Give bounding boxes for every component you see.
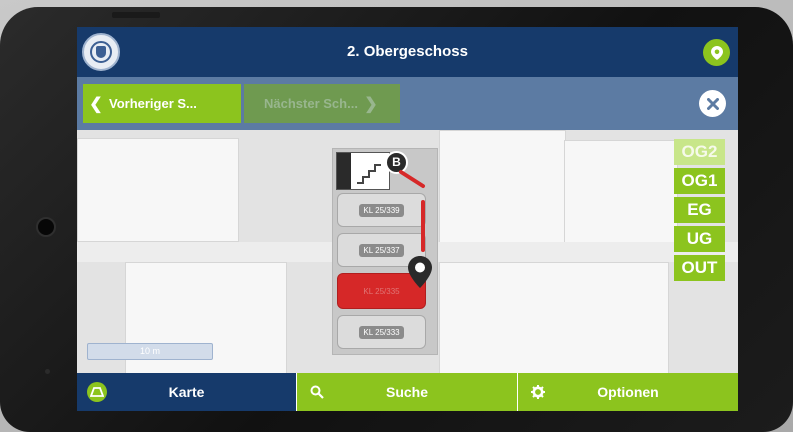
camera	[36, 217, 56, 237]
chevron-left-icon: ❮	[89, 95, 103, 113]
route-overlay	[399, 170, 425, 296]
location-button[interactable]	[703, 39, 730, 66]
close-icon	[706, 97, 719, 110]
top-bar: 2. Obergeschoss	[77, 27, 738, 77]
location-pin-icon	[710, 45, 723, 60]
close-button[interactable]	[699, 90, 726, 117]
tab-optionen[interactable]: Optionen	[517, 373, 738, 411]
tab-label: Suche	[385, 384, 428, 400]
tab-label: Karte	[168, 384, 205, 400]
tab-suche[interactable]: Suche	[296, 373, 517, 411]
app-screen: 2. Obergeschoss ❮ Vorheriger S... Nächst…	[77, 27, 738, 411]
floor-selector: OG2 OG1 EG UG OUT	[674, 139, 725, 281]
search-icon	[307, 382, 327, 402]
floor-map[interactable]: B KL 25/339 KL 25/337 KL 25/335 KL 25/33…	[77, 130, 738, 373]
route-segment	[399, 170, 425, 188]
gear-icon	[528, 382, 548, 402]
floor-button-eg[interactable]: EG	[674, 197, 725, 223]
previous-step-label: Vorheriger S...	[109, 96, 197, 111]
floor-button-ug[interactable]: UG	[674, 226, 725, 252]
chevron-right-icon: ❯	[364, 95, 378, 113]
next-step-button[interactable]: Nächster Sch... ❯	[244, 84, 400, 123]
nav-bar: ❮ Vorheriger S... Nächster Sch... ❯	[77, 77, 738, 130]
floor-button-out[interactable]: OUT	[674, 255, 725, 281]
floor-button-og2[interactable]: OG2	[674, 139, 725, 165]
next-step-label: Nächster Sch...	[264, 96, 358, 111]
map-pin-icon	[408, 256, 432, 288]
page-title: 2. Obergeschoss	[347, 43, 468, 60]
previous-step-button[interactable]: ❮ Vorheriger S...	[83, 84, 241, 123]
power-button	[112, 12, 160, 18]
sensor	[45, 369, 50, 374]
scale-bar: 10 m	[87, 343, 213, 360]
tab-karte[interactable]: Karte	[77, 373, 296, 411]
tab-bar: Karte Suche Optionen	[77, 373, 738, 411]
tab-label: Optionen	[597, 384, 659, 400]
floor-button-og1[interactable]: OG1	[674, 168, 725, 194]
map-icon	[87, 382, 107, 402]
